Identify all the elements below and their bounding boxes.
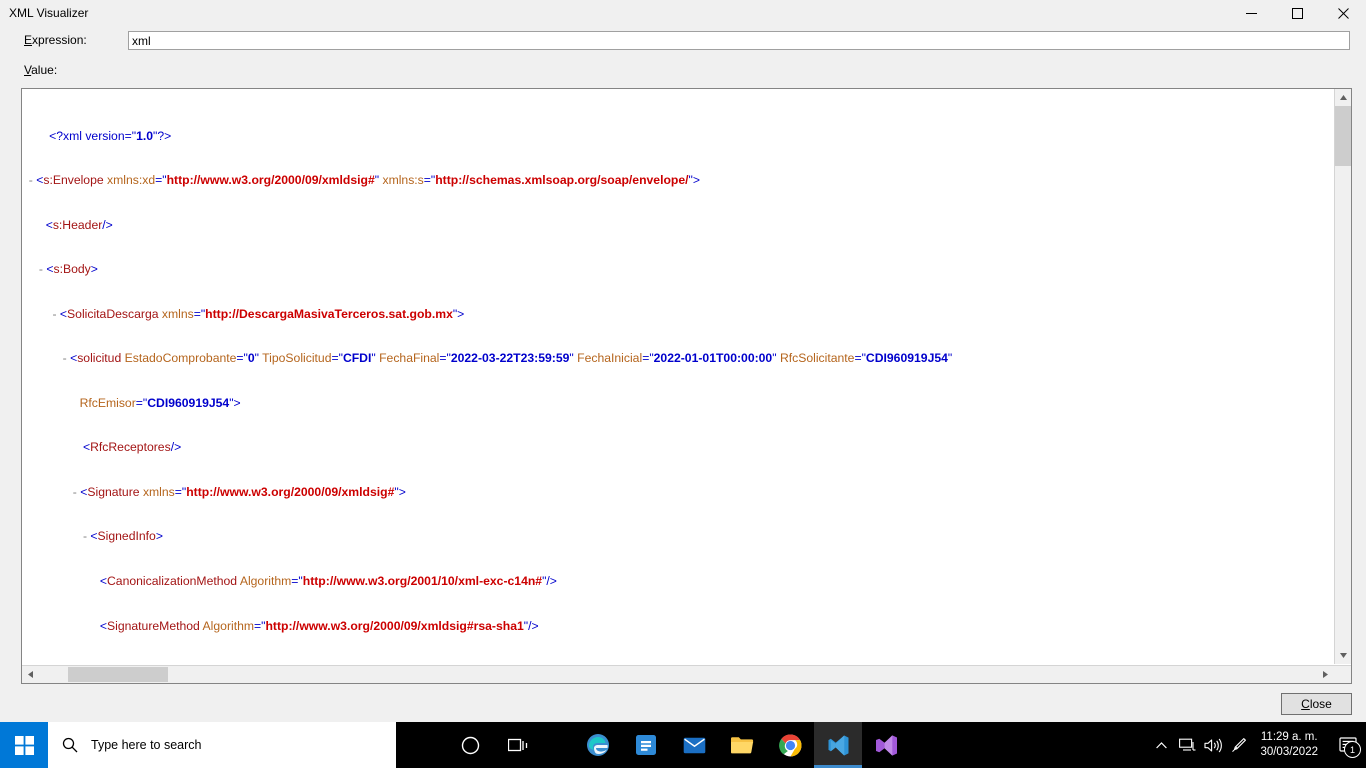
xml-line: <CanonicalizationMethod Algorithm="http:… [22, 574, 557, 588]
xml-line[interactable]: - <SignedInfo> [22, 529, 1203, 544]
rfc-solicitante-value: CDI960919J54 [865, 351, 948, 366]
close-icon[interactable] [1320, 0, 1366, 27]
clock[interactable]: 11:29 a. m. 30/03/2022 [1252, 722, 1330, 768]
estado-comprobante-value: 0 [247, 351, 255, 366]
envelope-xd-value: http://www.w3.org/2000/09/xmldsig# [166, 173, 375, 188]
visual-studio-icon[interactable] [862, 722, 910, 768]
xml-line[interactable]: - <s:Body> [22, 262, 1203, 277]
task-view-icon[interactable] [494, 722, 542, 768]
xml-line[interactable]: - <solicitud EstadoComprobante="0" TipoS… [22, 351, 1203, 366]
clock-date: 30/03/2022 [1260, 746, 1318, 758]
scroll-right-icon[interactable] [1317, 666, 1334, 683]
signature-method-algorithm-value: http://www.w3.org/2000/09/xmldsig#rsa-sh… [265, 618, 524, 633]
xml-line[interactable]: - <SolicitaDescarga xmlns="http://Descar… [22, 307, 1203, 322]
system-tray: 11:29 a. m. 30/03/2022 1 [1148, 722, 1366, 768]
xml-visualizer-window: XML Visualizer Expression: Value: <?xml … [0, 0, 1366, 722]
notifications-icon[interactable]: 1 [1330, 722, 1366, 768]
xml-line[interactable]: - <s:Envelope xmlns:xd="http://www.w3.or… [22, 173, 1203, 188]
xml-line: <SignatureMethod Algorithm="http://www.w… [22, 618, 539, 633]
visual-studio-code-icon[interactable] [814, 722, 862, 768]
microsoft-edge-icon[interactable] [574, 722, 622, 768]
show-hidden-icons-chevron-icon[interactable] [1148, 722, 1174, 768]
title-bar: XML Visualizer [0, 0, 1366, 27]
xml-value-panel: <?xml version="1.0"?> - <s:Envelope xmln… [21, 88, 1352, 684]
search-placeholder: Type here to search [91, 738, 202, 752]
vertical-scrollbar[interactable] [1334, 89, 1351, 664]
fecha-inicial-value: 2022-01-01T00:00:00 [653, 351, 773, 366]
scroll-up-icon[interactable] [1335, 89, 1351, 106]
fecha-final-value: 2022-03-22T23:59:59 [450, 351, 570, 366]
close-button[interactable]: Close [1281, 693, 1352, 715]
vertical-scrollbar-thumb[interactable] [1335, 106, 1351, 166]
minimize-icon[interactable] [1228, 0, 1274, 27]
xml-line[interactable]: - <Reference URI="#_0"> [22, 663, 1203, 664]
cortana-icon[interactable] [446, 722, 494, 768]
file-explorer-icon[interactable] [718, 722, 766, 768]
window-caption-buttons [1228, 0, 1366, 27]
maximize-icon[interactable] [1274, 0, 1320, 27]
scrollbar-corner [1334, 666, 1351, 683]
expression-row: Expression: [0, 27, 1366, 55]
search-icon [62, 737, 78, 753]
mail-icon[interactable] [670, 722, 718, 768]
scroll-left-icon[interactable] [22, 666, 39, 683]
google-chrome-icon[interactable] [766, 722, 814, 768]
start-button[interactable] [0, 722, 48, 768]
network-icon[interactable] [1174, 722, 1200, 768]
scroll-down-icon[interactable] [1335, 647, 1351, 664]
search-box[interactable]: Type here to search [48, 722, 396, 768]
expression-label: Expression: [24, 33, 87, 47]
horizontal-scrollbar-thumb[interactable] [68, 667, 168, 682]
xml-line: RfcEmisor="CDI960919J54"> [22, 395, 241, 410]
expression-input[interactable] [128, 31, 1350, 50]
value-label: Value: [24, 63, 58, 77]
notification-count-badge: 1 [1344, 741, 1361, 758]
tipo-solicitud-value: CFDI [342, 351, 372, 366]
xml-line: <RfcReceptores/> [22, 440, 182, 455]
volume-icon[interactable] [1200, 722, 1226, 768]
signature-xmlns-value: http://www.w3.org/2000/09/xmldsig# [186, 484, 395, 499]
envelope-s-value: http://schemas.xmlsoap.org/soap/envelope… [435, 173, 689, 188]
clock-time: 11:29 a. m. [1260, 731, 1318, 743]
xml-line: <?xml version="1.0"?> [22, 128, 172, 143]
xml-line: <s:Header/> [22, 217, 113, 232]
xml-line[interactable]: - <Signature xmlns="http://www.w3.org/20… [22, 485, 1203, 500]
pen-workspace-icon[interactable] [1226, 722, 1252, 768]
solicita-xmlns-value: http://DescargaMasivaTerceros.sat.gob.mx [205, 306, 453, 321]
canonicalization-algorithm-value: http://www.w3.org/2001/10/xml-exc-c14n# [302, 574, 543, 588]
rfc-emisor-value: CDI960919J54 [147, 395, 230, 410]
xml-content-area[interactable]: <?xml version="1.0"?> - <s:Envelope xmln… [22, 89, 1334, 664]
xml-tree-text: <?xml version="1.0"?> - <s:Envelope xmln… [22, 89, 1203, 664]
window-title: XML Visualizer [9, 6, 89, 20]
microsoft-store-icon[interactable] [622, 722, 670, 768]
windows-taskbar: Type here to search 11:29 a. m. 30/03/20… [0, 722, 1366, 768]
horizontal-scrollbar[interactable] [22, 665, 1351, 683]
reference-uri-value: #_0 [200, 663, 220, 664]
